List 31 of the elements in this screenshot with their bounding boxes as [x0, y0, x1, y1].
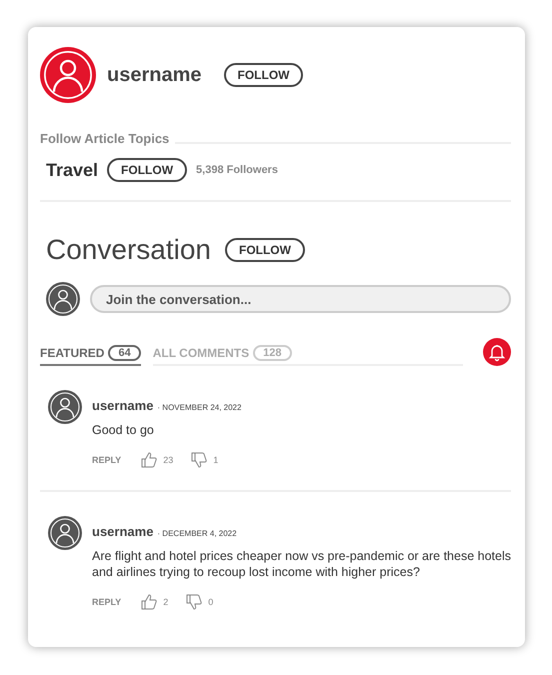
conversation-title: Conversation	[46, 234, 211, 266]
avatar-icon	[48, 390, 82, 424]
follow-button[interactable]: FOLLOW	[224, 238, 305, 262]
comment-text: Are flight and hotel prices cheaper now vs pre-pandemic or are these hotels and airlines trying to recoup lost income with higher prices?	[92, 548, 511, 580]
author-name: username	[107, 64, 202, 86]
thumbs-up-icon[interactable]	[141, 594, 158, 610]
like-count: 2	[163, 597, 168, 607]
thumbs-up-icon[interactable]	[141, 452, 158, 468]
comment-author: username	[92, 398, 154, 413]
avatar-icon	[48, 516, 82, 550]
comment-text: Good to go	[92, 422, 155, 438]
tab[interactable]: FEATURED 64	[40, 345, 141, 366]
comment-date: · NOVEMBER 24, 2022	[157, 403, 242, 412]
avatar-icon	[46, 282, 80, 316]
comment-date: · DECEMBER 4, 2022	[157, 529, 237, 538]
follow-button[interactable]: FOLLOW	[224, 63, 304, 87]
reply-link[interactable]: REPLY	[92, 455, 122, 465]
dislike-count: 0	[208, 597, 214, 607]
avatar-icon	[40, 47, 96, 103]
reply-link[interactable]: REPLY	[92, 597, 122, 607]
comment-author: username	[92, 524, 154, 539]
like-count: 23	[163, 455, 174, 465]
section-heading: Follow Article Topics	[40, 131, 170, 146]
follow-button[interactable]: FOLLOW	[107, 158, 188, 182]
thumbs-down-icon[interactable]	[191, 452, 208, 468]
comment-field[interactable]: Join the conversation...	[90, 285, 511, 313]
topic-name: Travel	[46, 160, 98, 180]
bell-icon[interactable]	[483, 338, 511, 366]
thumbs-down-icon[interactable]	[186, 594, 202, 610]
dislike-count: 1	[213, 455, 218, 465]
follower-count: 5,398 Followers	[196, 164, 278, 176]
